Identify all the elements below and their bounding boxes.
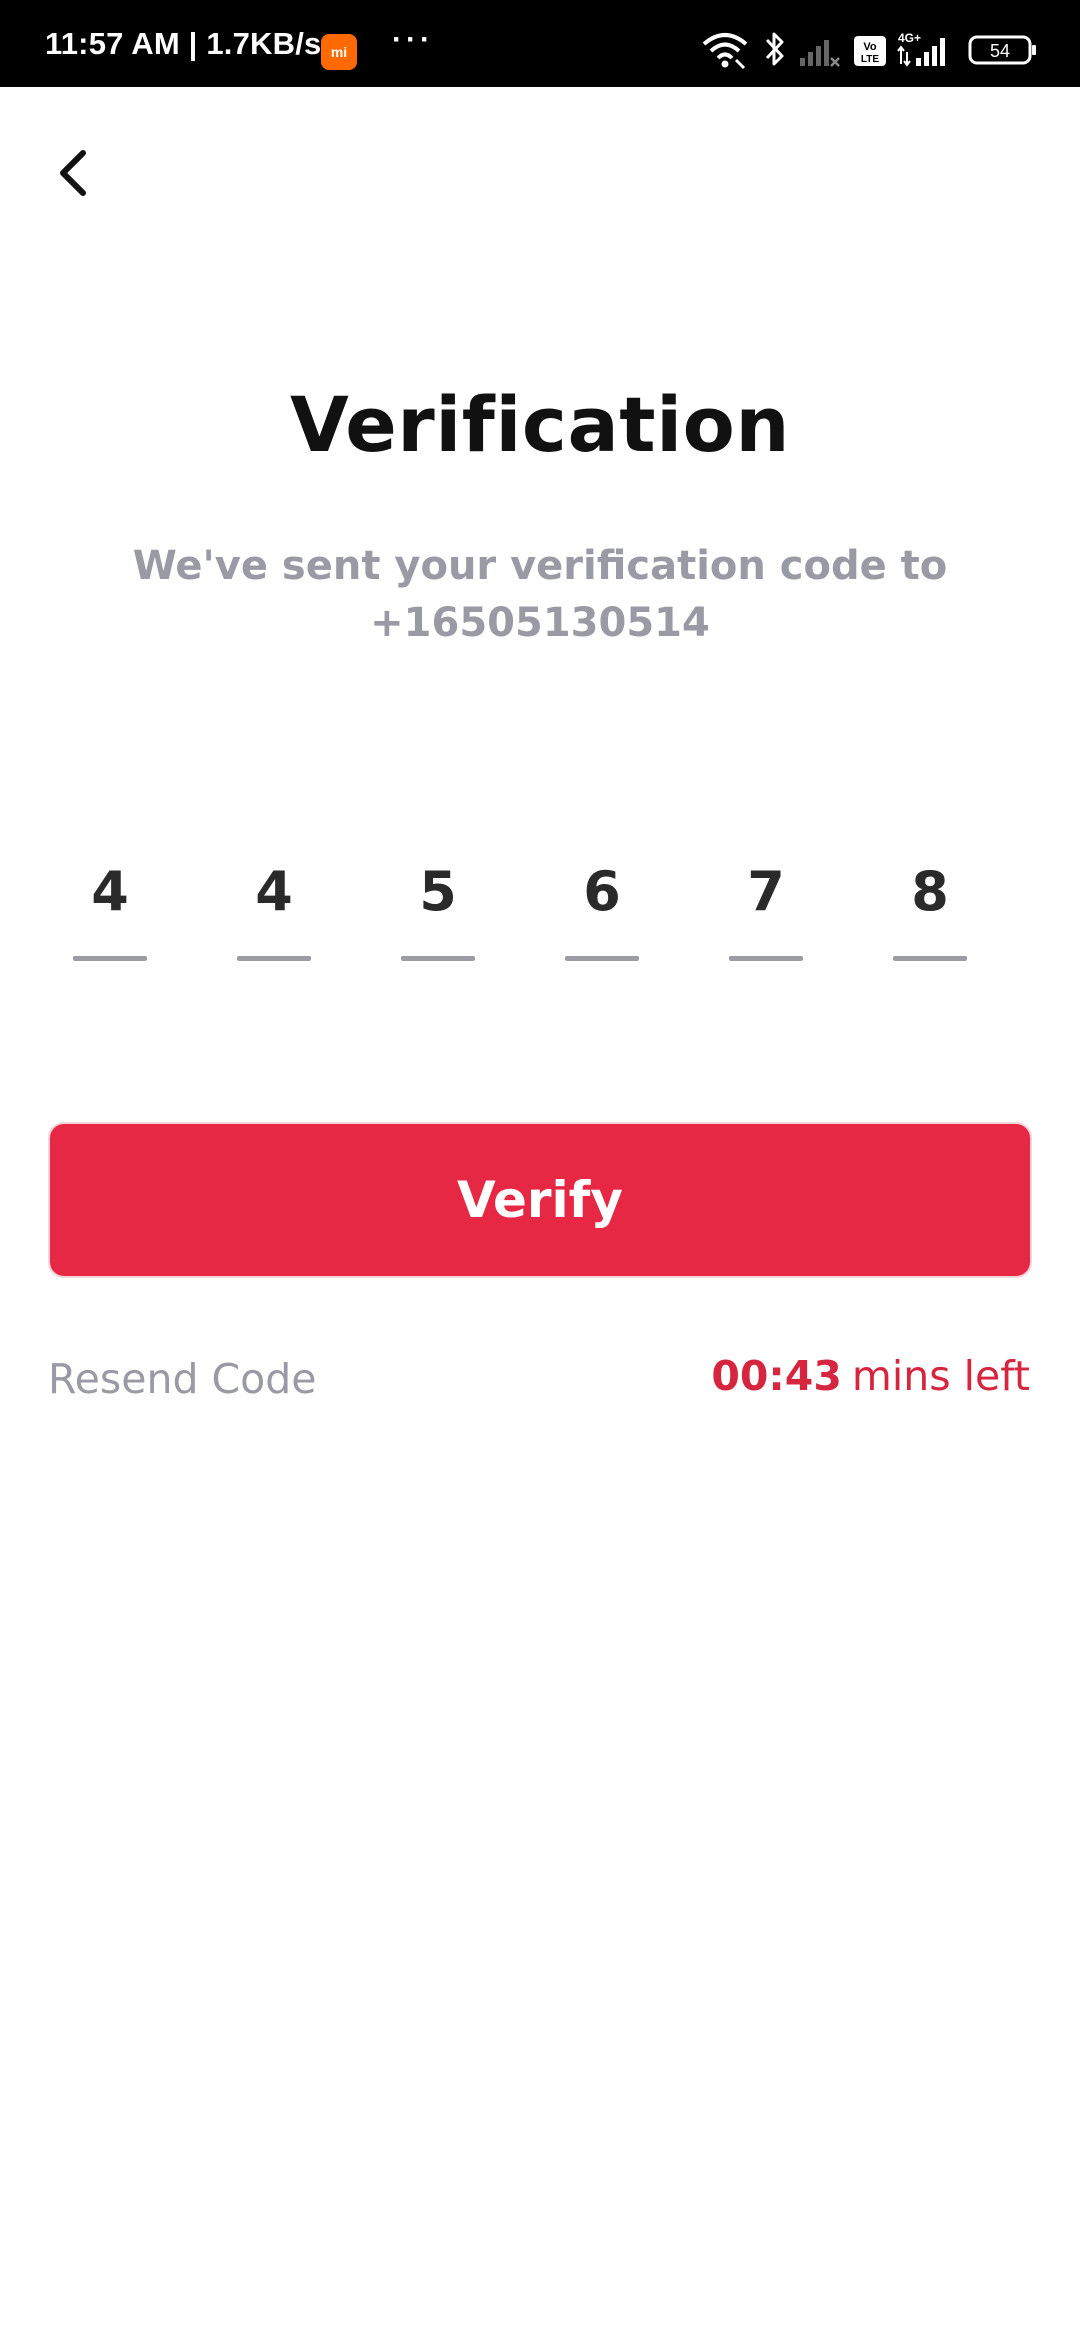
otp-field[interactable]: 4 (55, 840, 165, 970)
otp-digit: 8 (911, 860, 949, 923)
otp-field[interactable]: 6 (547, 840, 657, 970)
otp-field[interactable]: 5 (383, 840, 493, 970)
svg-text:4G+: 4G+ (898, 31, 921, 45)
page-title: Verification (290, 380, 790, 469)
timer-suffix: mins left (851, 1352, 1030, 1400)
status-bar: 11:57 AM | 1.7KB/s mi ··· Vo LTE 4G+ 54 (0, 0, 1080, 87)
subtitle: We've sent your verification code to +16… (120, 538, 960, 652)
countdown-timer: 00:43 mins left (711, 1352, 1030, 1400)
chevron-left-icon (60, 150, 86, 196)
otp-field[interactable]: 4 (219, 840, 329, 970)
otp-digit: 4 (91, 860, 129, 923)
status-icons: Vo LTE 4G+ 54 (700, 30, 1040, 70)
status-time: 11:57 AM | 1.7KB/s (45, 26, 322, 61)
otp-underline (401, 956, 475, 961)
battery-icon: 54 (968, 35, 1036, 65)
otp-input-group: 4 4 5 6 7 8 (55, 840, 1025, 970)
signal-strength-icon (800, 40, 840, 67)
verify-button[interactable]: Verify (50, 1124, 1030, 1276)
svg-text:LTE: LTE (861, 54, 879, 65)
back-button[interactable] (45, 135, 105, 205)
volte-icon: Vo LTE (854, 36, 886, 66)
wifi-icon (702, 33, 748, 70)
otp-underline (73, 956, 147, 961)
otp-field[interactable]: 7 (711, 840, 821, 970)
otp-field[interactable]: 8 (875, 840, 985, 970)
otp-digit: 6 (583, 860, 621, 923)
signal-4g-icon: 4G+ (897, 31, 945, 67)
otp-underline (893, 956, 967, 961)
svg-text:Vo: Vo (863, 41, 877, 53)
bluetooth-icon (765, 32, 784, 66)
resend-code-link[interactable]: Resend Code (48, 1355, 316, 1403)
battery-level: 54 (990, 41, 1010, 61)
otp-digit: 5 (419, 860, 457, 923)
more-notifications-icon: ··· (392, 23, 434, 56)
subtitle-text: We've sent your verification code to (132, 543, 948, 589)
timer-value: 00:43 (711, 1352, 842, 1400)
phone-number: +16505130514 (370, 600, 710, 646)
otp-underline (729, 956, 803, 961)
otp-digit: 4 (255, 860, 293, 923)
otp-underline (237, 956, 311, 961)
otp-underline (565, 956, 639, 961)
otp-digit: 7 (747, 860, 785, 923)
mi-app-icon: mi (321, 34, 357, 70)
